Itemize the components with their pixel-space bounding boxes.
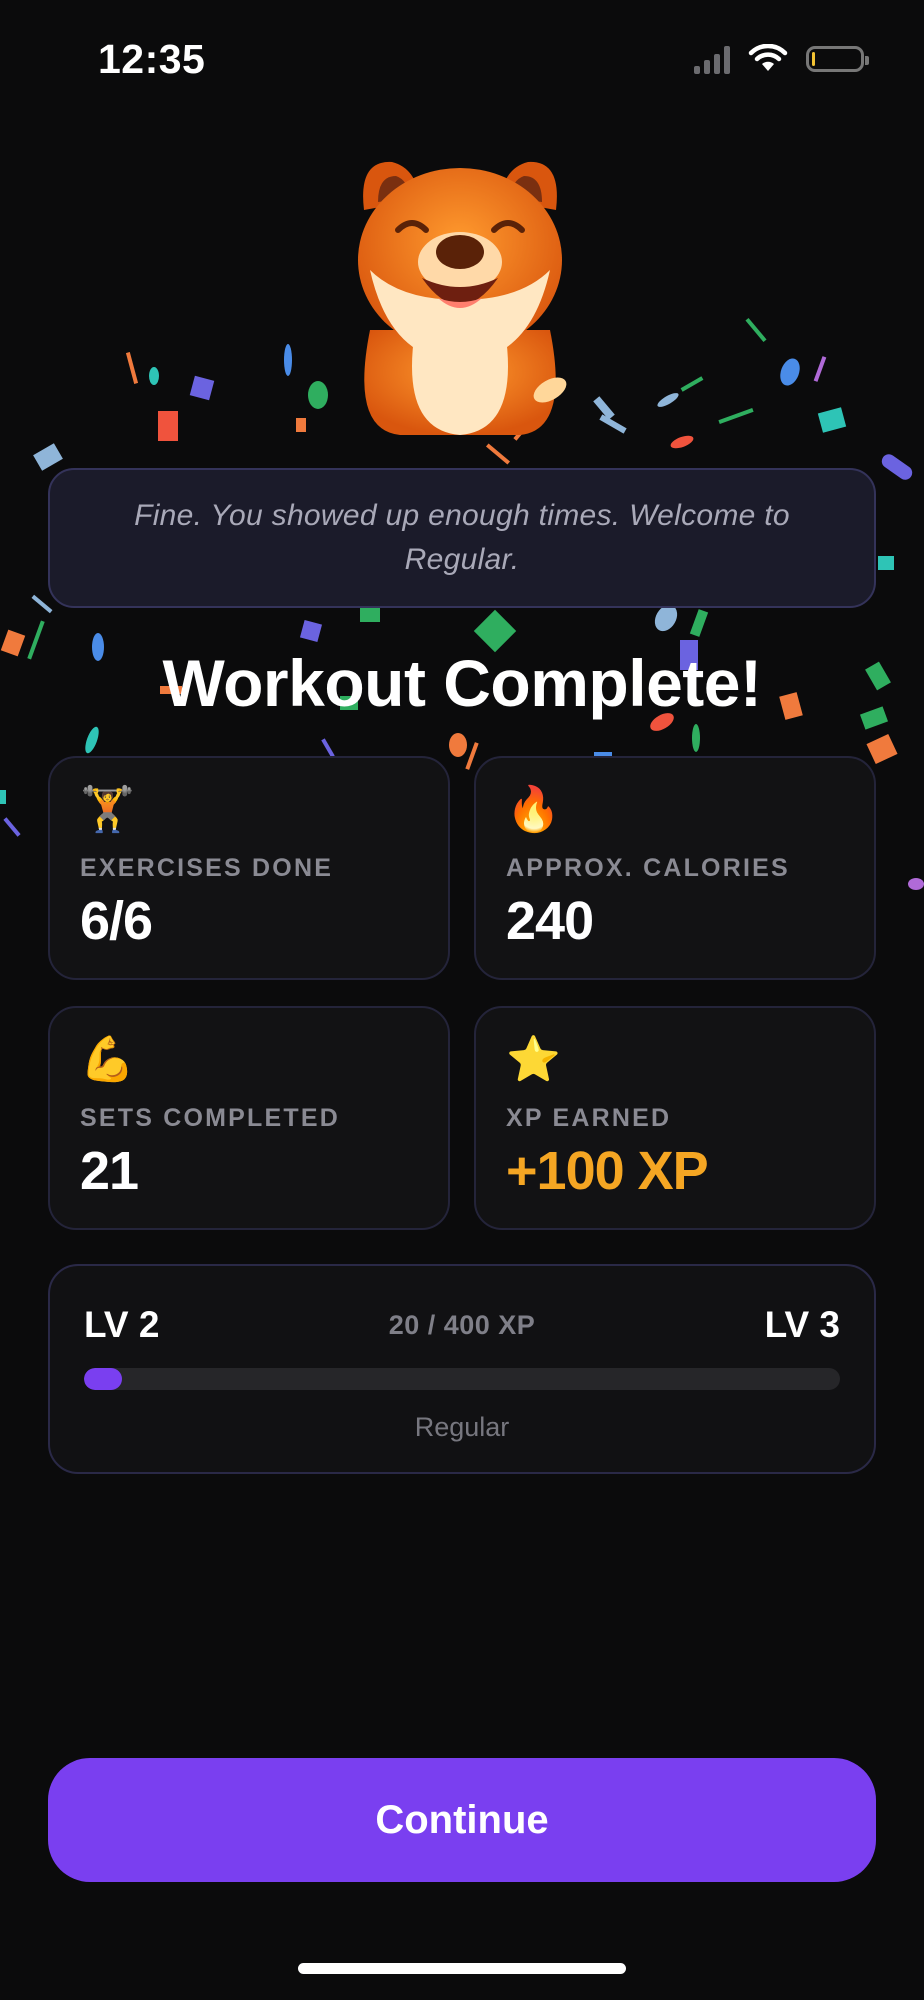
cellular-signal-icon [694, 44, 730, 74]
star-icon: ⭐ [506, 1035, 561, 1084]
fire-icon: 🔥 [506, 785, 561, 834]
status-icons [694, 44, 869, 74]
stat-label: SETS COMPLETED [80, 1104, 340, 1132]
xp-progress-fill [84, 1368, 122, 1390]
status-bar: 12:35 [0, 0, 924, 120]
status-time: 12:35 [98, 36, 206, 82]
mascot-quote-text: Fine. You showed up enough times. Welcom… [134, 499, 790, 576]
stat-card-xp: ⭐ XP EARNED +100 XP [474, 1006, 876, 1230]
stat-label: XP EARNED [506, 1104, 672, 1132]
stat-card-sets: 💪 SETS COMPLETED 21 [48, 1006, 450, 1230]
xp-earned-value: +100 XP [506, 1141, 709, 1201]
wifi-icon [748, 44, 788, 71]
stat-card-exercises: 🏋️ EXERCISES DONE 6/6 [48, 756, 450, 980]
xp-progress-bar [84, 1368, 840, 1390]
stat-value: 21 [80, 1141, 139, 1201]
level-progress-card: LV 2 20 / 400 XP LV 3 Regular [48, 1264, 876, 1474]
rank-label: Regular [414, 1412, 510, 1442]
battery-icon [806, 46, 869, 72]
stat-label: EXERCISES DONE [80, 854, 334, 882]
stat-value: 240 [506, 891, 594, 951]
happy-dog-mascot-icon [358, 161, 567, 435]
weightlifter-icon: 🏋️ [80, 785, 135, 834]
next-level-label: LV 3 [764, 1304, 840, 1345]
page-title: Workout Complete! [162, 646, 762, 720]
mascot-quote-card: Fine. You showed up enough times. Welcom… [48, 468, 876, 608]
stat-card-calories: 🔥 APPROX. CALORIES 240 [474, 756, 876, 980]
stat-label: APPROX. CALORIES [506, 854, 790, 882]
home-indicator [298, 1963, 626, 1974]
xp-progress-text: 20 / 400 XP [388, 1310, 536, 1340]
stat-value: 6/6 [80, 891, 153, 951]
flexed-biceps-icon: 💪 [80, 1035, 135, 1084]
continue-button[interactable]: Continue [48, 1758, 876, 1882]
